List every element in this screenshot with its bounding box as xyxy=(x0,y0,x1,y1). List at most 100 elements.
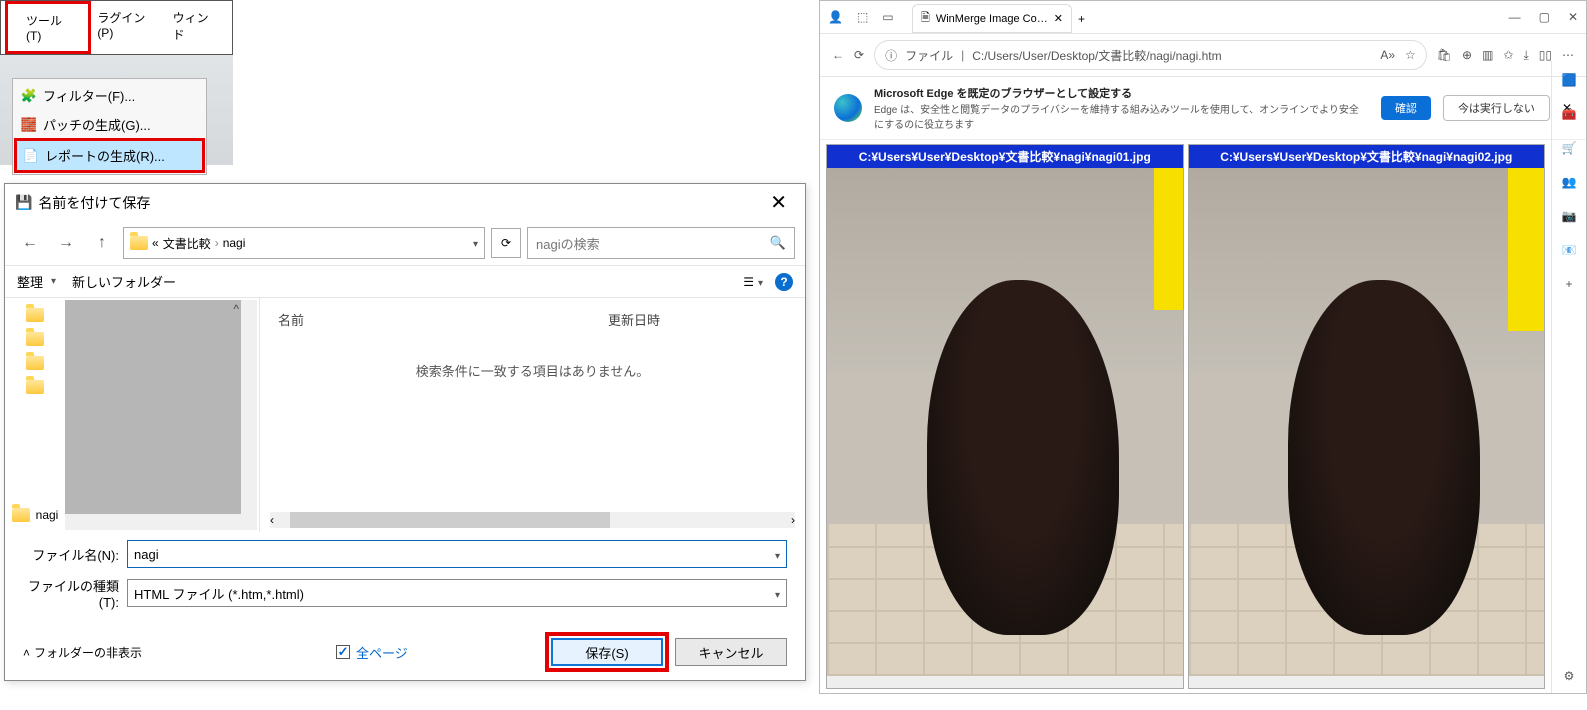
extensions-icon[interactable]: ⊕ xyxy=(1462,48,1472,62)
dog-image-left xyxy=(927,280,1119,636)
download-icon[interactable]: ⤓ xyxy=(1523,48,1528,63)
search-placeholder: nagiの検索 xyxy=(536,234,600,253)
shop-icon[interactable]: 🛒 xyxy=(1562,141,1577,155)
menu-plugin[interactable]: ラグイン(P) xyxy=(87,5,162,50)
filename-dropdown-icon[interactable] xyxy=(771,547,780,562)
view-mode-button[interactable]: ☰ xyxy=(743,275,763,289)
tree-up-icon[interactable]: ^ xyxy=(233,302,239,316)
submenu-filter[interactable]: 🧩 フィルター(F)... xyxy=(15,81,204,110)
tree-item-nagi[interactable]: nagi xyxy=(4,504,67,526)
menu-window[interactable]: ウィンド xyxy=(163,5,224,50)
tools-icon[interactable]: 🧰 xyxy=(1562,107,1577,121)
folder-icon[interactable] xyxy=(26,308,44,322)
minimize-icon[interactable]: — xyxy=(1509,10,1521,24)
help-icon[interactable]: ? xyxy=(775,273,793,291)
newfolder-button[interactable]: 新しいフォルダー xyxy=(72,272,176,291)
tab-close-icon[interactable]: ✕ xyxy=(1054,12,1063,25)
workspace-icon[interactable]: ⬚ xyxy=(857,10,868,24)
scroll-right-icon[interactable]: › xyxy=(791,513,795,527)
filetype-select[interactable]: HTML ファイル (*.htm,*.html) xyxy=(127,579,787,607)
col-date[interactable]: 更新日時 xyxy=(600,306,795,333)
filename-value: nagi xyxy=(134,547,159,562)
hide-folders-toggle[interactable]: ˄フォルダーの非表示 xyxy=(23,644,142,661)
tree-vscrollbar[interactable] xyxy=(241,300,257,514)
folder-icon xyxy=(12,508,30,522)
filename-input[interactable]: nagi xyxy=(127,540,787,568)
read-aloud-icon[interactable]: A» xyxy=(1380,48,1395,62)
dialog-footer: ˄フォルダーの非表示 ✓ 全ページ 保存(S) キャンセル xyxy=(5,626,805,680)
camera-icon[interactable]: 📷 xyxy=(1562,209,1577,223)
all-pages-checkbox[interactable]: ✓ 全ページ xyxy=(336,643,408,662)
browser-tab[interactable]: 🗎 WinMerge Image Compare Rep ✕ xyxy=(912,4,1072,33)
col-name[interactable]: 名前 xyxy=(270,306,600,333)
save-button[interactable]: 保存(S) xyxy=(551,638,663,666)
gear-icon[interactable]: ⚙ xyxy=(1564,669,1575,683)
profile-icon[interactable]: 👤 xyxy=(828,10,843,24)
edge-logo-icon xyxy=(834,94,862,122)
folder-icon xyxy=(130,236,148,250)
scrollbar-thumb[interactable] xyxy=(290,512,610,528)
breadcrumb-dropdown-icon[interactable] xyxy=(469,236,478,250)
folder-icon[interactable] xyxy=(26,332,44,346)
breadcrumb-p2[interactable]: nagi xyxy=(223,236,246,250)
banner-confirm-button[interactable]: 確認 xyxy=(1381,96,1431,120)
submenu-filter-label: フィルター(F)... xyxy=(43,86,135,105)
compare-pane-right: C:¥Users¥User¥Desktop¥文書比較¥nagi¥nagi02.j… xyxy=(1188,144,1546,689)
banner-later-button[interactable]: 今は実行しない xyxy=(1443,95,1550,121)
star-icon[interactable]: ☆ xyxy=(1405,48,1416,62)
tree-hscrollbar[interactable] xyxy=(65,514,257,530)
pane-right-scrollbar[interactable] xyxy=(1189,676,1545,688)
submenu-report-label: レポートの生成(R)... xyxy=(45,146,165,165)
cancel-button[interactable]: キャンセル xyxy=(675,638,787,666)
compare-pane-left: C:¥Users¥User¥Desktop¥文書比較¥nagi¥nagi01.j… xyxy=(826,144,1184,689)
pane-left-header: C:¥Users¥User¥Desktop¥文書比較¥nagi¥nagi01.j… xyxy=(827,145,1183,168)
breadcrumb-p1[interactable]: 文書比較 xyxy=(163,235,211,252)
close-window-icon[interactable]: ✕ xyxy=(1568,10,1578,24)
dialog-title-text: 名前を付けて保存 xyxy=(38,193,150,213)
pane-left-scrollbar[interactable] xyxy=(827,676,1183,688)
collections-icon[interactable]: ▥ xyxy=(1482,48,1493,62)
menu-tools[interactable]: ツール(T) xyxy=(5,1,91,54)
new-tab-icon[interactable]: + xyxy=(1078,12,1085,26)
file-list[interactable]: 名前 更新日時 検索条件に一致する項目はありません。 ‹ › xyxy=(260,298,805,532)
folder-icon[interactable] xyxy=(26,380,44,394)
more-icon[interactable]: ⋯ xyxy=(1562,48,1574,62)
tabactions-icon[interactable]: ▭ xyxy=(882,10,893,24)
reload-icon[interactable]: ⟳ xyxy=(854,48,864,62)
filetype-dropdown-icon[interactable] xyxy=(771,586,780,601)
people-icon[interactable]: 👥 xyxy=(1562,175,1577,189)
search-icon: 🔍 xyxy=(770,235,786,251)
maximize-icon[interactable]: ▢ xyxy=(1539,10,1550,24)
refresh-icon[interactable]: ⟳ xyxy=(491,228,521,258)
url-prefix: ファイル xyxy=(905,47,953,64)
add-icon[interactable]: + xyxy=(1565,277,1572,291)
nav-back-icon[interactable]: ← xyxy=(15,229,45,257)
url-input[interactable]: ⓘ ファイル | C:/Users/User/Desktop/文書比較/nagi… xyxy=(874,40,1427,70)
back-icon[interactable]: ← xyxy=(832,48,844,62)
close-icon[interactable]: ✕ xyxy=(762,190,795,215)
banner-title: Microsoft Edge を既定のブラウザーとして設定する xyxy=(874,85,1369,101)
checkbox-icon: ✓ xyxy=(336,645,350,659)
submenu-patch[interactable]: 🧱 パッチの生成(G)... xyxy=(15,110,204,139)
filename-label: ファイル名(N): xyxy=(23,545,119,564)
breadcrumb-sep: › xyxy=(215,236,219,250)
breadcrumb[interactable]: « 文書比較 › nagi xyxy=(123,227,485,259)
split-icon[interactable]: ▯▯ xyxy=(1539,48,1552,62)
nav-forward-icon[interactable]: → xyxy=(51,229,81,257)
shopping-icon[interactable]: 🛍 xyxy=(1437,48,1452,62)
banner-sub: Edge は、安全性と閲覧データのプライバシーを維持する組み込みツールを使用して… xyxy=(874,105,1359,131)
browser-sidebar: 🟦 🧰 🛒 👥 📷 📧 + ⚙ xyxy=(1551,61,1586,693)
folder-tree[interactable]: nagi ^ xyxy=(5,298,260,532)
file-hscrollbar[interactable]: ‹ › xyxy=(270,512,795,528)
folder-icon[interactable] xyxy=(26,356,44,370)
scroll-left-icon[interactable]: ‹ xyxy=(270,513,274,527)
favorites-icon[interactable]: ✩ xyxy=(1503,48,1513,62)
organize-button[interactable]: 整理 xyxy=(17,272,56,291)
outlook-icon[interactable]: 📧 xyxy=(1562,243,1577,257)
save-icon: 💾 xyxy=(15,194,32,211)
nav-up-icon[interactable]: ↑ xyxy=(87,229,117,257)
submenu-report[interactable]: 📄 レポートの生成(R)... xyxy=(14,138,205,173)
site-info-icon[interactable]: ⓘ xyxy=(885,47,897,64)
copilot-icon[interactable]: 🟦 xyxy=(1562,73,1577,87)
search-input[interactable]: nagiの検索 🔍 xyxy=(527,227,795,259)
